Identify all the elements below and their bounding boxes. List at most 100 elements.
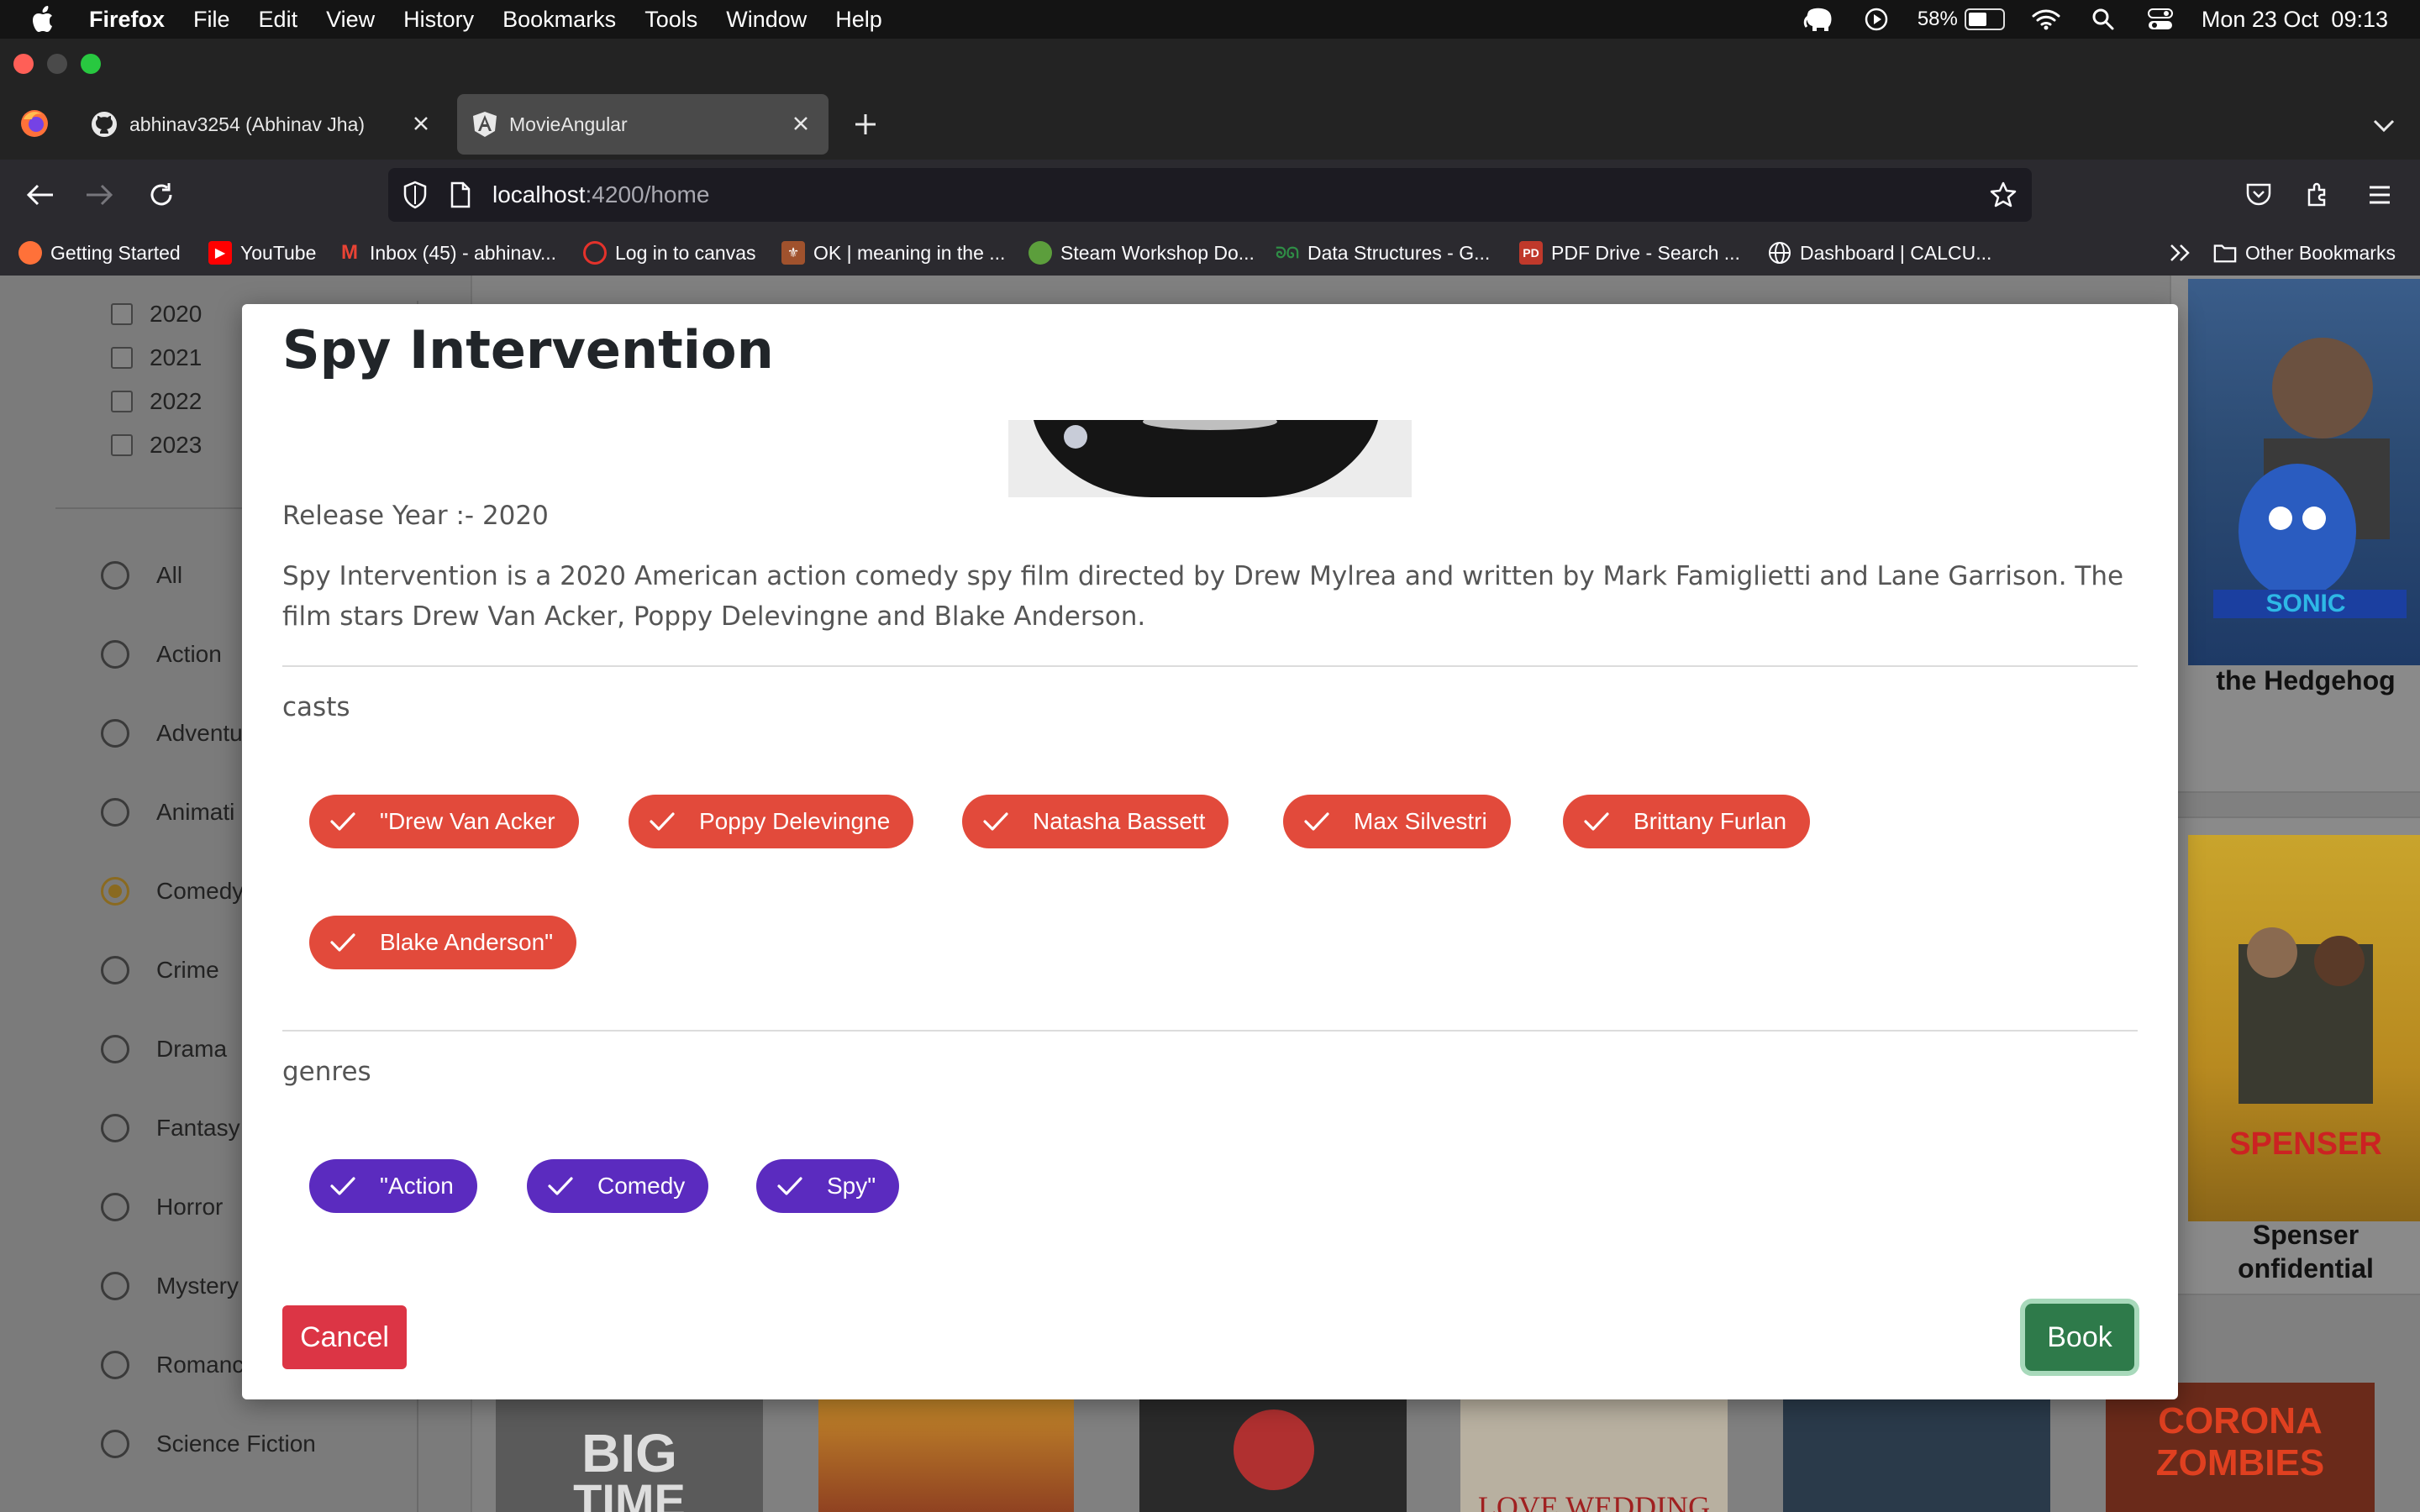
movie-poster-corona-zombies[interactable]: CORONA ZOMBIES	[2106, 1383, 2375, 1512]
genre-radio-8[interactable]: Horror	[101, 1193, 223, 1221]
cast-chip[interactable]: "Drew Van Acker	[309, 795, 579, 848]
year-filter-2022[interactable]: 2022	[111, 388, 202, 415]
hamburger-menu-icon[interactable]	[2361, 176, 2398, 213]
movie-poster-dark[interactable]	[1139, 1391, 1407, 1512]
genre-radio-0[interactable]: All	[101, 561, 182, 590]
bookmark-youtube[interactable]: ▶ YouTube	[208, 240, 316, 265]
menu-help[interactable]: Help	[835, 7, 882, 33]
firefox-view-icon[interactable]	[18, 108, 50, 139]
radio-button[interactable]	[101, 798, 129, 827]
extensions-puzzle-icon[interactable]	[2299, 176, 2336, 213]
spotlight-search-icon[interactable]	[2087, 7, 2119, 32]
movie-poster-action[interactable]	[818, 1391, 1074, 1512]
radio-button[interactable]	[101, 1035, 129, 1063]
reload-icon[interactable]	[143, 176, 180, 213]
bookmark-getting-started[interactable]: Getting Started	[18, 240, 181, 265]
close-tab-icon[interactable]	[788, 111, 813, 136]
movie-poster-spenser[interactable]: SPENSER	[2188, 835, 2420, 1221]
genre-radio-9[interactable]: Mystery	[101, 1272, 239, 1300]
genre-radio-10[interactable]: Romanc	[101, 1351, 244, 1379]
radio-button[interactable]	[101, 956, 129, 984]
cancel-button[interactable]: Cancel	[282, 1305, 407, 1369]
pocket-icon[interactable]	[2240, 176, 2277, 213]
page-info-icon[interactable]	[445, 180, 476, 210]
year-filter-2020[interactable]: 2020	[111, 301, 202, 328]
bookmark-cambridge[interactable]: ⚜ OK | meaning in the ...	[781, 240, 1005, 265]
menu-view[interactable]: View	[326, 7, 375, 33]
forward-arrow-icon[interactable]	[81, 176, 118, 213]
radio-button[interactable]	[101, 561, 129, 590]
radio-button[interactable]	[101, 1114, 129, 1142]
genre-radio-11[interactable]: Science Fiction	[101, 1430, 316, 1458]
genre-radio-4[interactable]: Comedy	[101, 877, 244, 906]
bookmark-pdf-drive[interactable]: PD PDF Drive - Search ...	[1519, 240, 1740, 265]
year-filter-2021[interactable]: 2021	[111, 344, 202, 371]
menu-edit[interactable]: Edit	[259, 7, 298, 33]
genre-chip[interactable]: "Action	[309, 1159, 477, 1213]
cast-chip[interactable]: Natasha Bassett	[962, 795, 1229, 848]
bookmark-gmail[interactable]: M Inbox (45) - abhinav...	[338, 240, 556, 265]
menu-window[interactable]: Window	[726, 7, 807, 33]
radio-button[interactable]	[101, 877, 129, 906]
cast-chip[interactable]: Brittany Furlan	[1563, 795, 1811, 848]
control-center-icon[interactable]	[2144, 7, 2176, 32]
checkbox[interactable]	[111, 434, 133, 456]
radio-button[interactable]	[101, 1272, 129, 1300]
radio-button[interactable]	[101, 1430, 129, 1458]
checkbox[interactable]	[111, 303, 133, 325]
radio-button[interactable]	[101, 1351, 129, 1379]
tab-movieangular[interactable]: MovieAngular	[457, 94, 829, 155]
cast-chip[interactable]: Poppy Delevingne	[629, 795, 914, 848]
genre-radio-1[interactable]: Action	[101, 640, 222, 669]
cast-chip[interactable]: Blake Anderson"	[309, 916, 577, 969]
movie-poster-sonic[interactable]: SONIC	[2188, 279, 2420, 665]
bookmark-star-icon[interactable]	[1988, 180, 2018, 210]
tab-github[interactable]: abhinav3254 (Abhinav Jha)	[71, 94, 449, 155]
checkbox[interactable]	[111, 391, 133, 412]
genre-radio-2[interactable]: Adventu	[101, 719, 243, 748]
genre-radio-5[interactable]: Crime	[101, 956, 219, 984]
wifi-icon[interactable]	[2030, 7, 2062, 32]
movie-poster-magic[interactable]	[1783, 1391, 2050, 1512]
clock-datetime[interactable]: Mon 23 Oct 09:13	[2202, 7, 2388, 33]
genre-radio-7[interactable]: Fantasy	[101, 1114, 240, 1142]
apple-icon[interactable]	[30, 5, 59, 34]
menu-app-firefox[interactable]: Firefox	[89, 7, 165, 33]
menu-file[interactable]: File	[193, 7, 230, 33]
genre-chip[interactable]: Spy"	[756, 1159, 900, 1213]
tracking-protection-shield-icon[interactable]	[400, 180, 430, 210]
checkbox[interactable]	[111, 347, 133, 369]
list-all-tabs-icon[interactable]	[2370, 111, 2398, 139]
radio-button[interactable]	[101, 719, 129, 748]
bookmark-data-structures[interactable]: ᘐᘏ Data Structures - G...	[1276, 240, 1490, 265]
minimize-window-button[interactable]	[47, 54, 67, 74]
play-circle-icon[interactable]	[1860, 7, 1892, 32]
bookmark-dashboard[interactable]: Dashboard | CALCU...	[1768, 240, 1991, 265]
book-button[interactable]: Book	[2025, 1304, 2134, 1371]
close-tab-icon[interactable]	[408, 111, 434, 136]
menu-history[interactable]: History	[403, 7, 474, 33]
movie-poster-love-wedding[interactable]: LOVE WEDDING	[1460, 1391, 1728, 1512]
movie-card-spenser[interactable]: SPENSER Spenser onfidential	[2170, 816, 2420, 1295]
bookmark-canvas[interactable]: Log in to canvas	[583, 240, 756, 265]
bookmark-steam-workshop[interactable]: Steam Workshop Do...	[1028, 240, 1255, 265]
menu-bookmarks[interactable]: Bookmarks	[502, 7, 616, 33]
genre-chip[interactable]: Comedy	[527, 1159, 709, 1213]
battery-status[interactable]: 58%	[1918, 8, 2005, 31]
close-window-button[interactable]	[13, 54, 34, 74]
radio-button[interactable]	[101, 1193, 129, 1221]
url-bar[interactable]: localhost:4200/home	[388, 168, 2032, 222]
back-arrow-icon[interactable]	[22, 176, 59, 213]
elephant-icon[interactable]	[1803, 7, 1835, 32]
year-filter-2023[interactable]: 2023	[111, 432, 202, 459]
movie-card-sonic[interactable]: SONIC the Hedgehog	[2170, 276, 2420, 793]
cast-chip[interactable]: Max Silvestri	[1283, 795, 1511, 848]
menu-tools[interactable]: Tools	[644, 7, 697, 33]
new-tab-icon[interactable]	[850, 109, 881, 139]
url-text[interactable]: localhost:4200/home	[492, 181, 709, 208]
more-bookmarks-chevron-icon[interactable]	[2166, 240, 2195, 265]
radio-button[interactable]	[101, 640, 129, 669]
movie-poster-big-time[interactable]: BIG TIME	[496, 1391, 763, 1512]
genre-radio-3[interactable]: Animati	[101, 798, 234, 827]
zoom-window-button[interactable]	[81, 54, 101, 74]
